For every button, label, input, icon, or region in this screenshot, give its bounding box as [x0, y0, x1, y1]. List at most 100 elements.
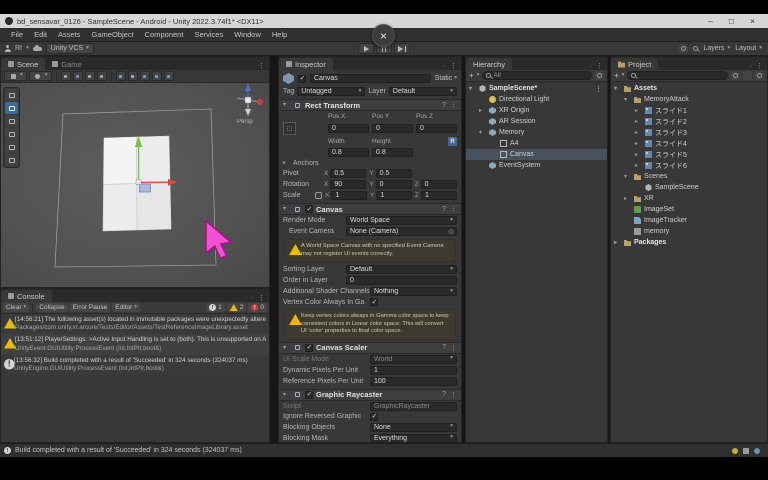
foldout-icon[interactable]	[635, 130, 642, 136]
panel-menu-icon[interactable]: ⋮	[258, 294, 265, 302]
tab-scene[interactable]: Scene	[1, 58, 45, 70]
scale-z-field[interactable]: 1	[421, 191, 457, 200]
gizmo-center-handle[interactable]	[136, 180, 141, 185]
component-enabled-checkbox[interactable]	[305, 391, 313, 399]
status-bar[interactable]: ! Build completed with a result of 'Succ…	[0, 443, 768, 457]
width-field[interactable]: 0.8	[328, 148, 369, 157]
console-message[interactable]: ! [13:56:32] Build completed with a resu…	[1, 355, 269, 375]
gameobject-name-field[interactable]: Canvas	[310, 74, 431, 83]
menu-help[interactable]: Help	[267, 30, 292, 39]
console-message[interactable]: [14:56:21] The following asset(s) locate…	[1, 314, 269, 334]
error-filter-toggle[interactable]: !0	[248, 303, 267, 312]
orientation-gizmo[interactable]	[237, 83, 263, 116]
account-label[interactable]: RI	[15, 45, 22, 52]
close-button[interactable]: ×	[750, 14, 755, 28]
effects-dropdown-icon[interactable]	[97, 71, 107, 81]
pivot-y-field[interactable]: 0.5	[376, 169, 412, 178]
cloud-status-icon[interactable]	[754, 448, 760, 454]
help-icon[interactable]: ?	[442, 206, 446, 213]
audio-toggle-icon[interactable]	[85, 71, 95, 81]
layer-dropdown[interactable]: Default	[389, 87, 457, 96]
foldout-icon[interactable]	[614, 240, 621, 246]
scale-x-field[interactable]: 1	[331, 191, 367, 200]
search-by-label-icon[interactable]	[743, 71, 752, 80]
event-camera-object-field[interactable]: None (Camera)	[346, 227, 457, 236]
hierarchy-item-samplescene[interactable]: SampleScene* ⋮	[466, 83, 607, 94]
snap-toggle-icon[interactable]	[128, 71, 138, 81]
project-item-slide2[interactable]: スライド2	[611, 116, 767, 127]
hierarchy-item-eventsystem[interactable]: EventSystem	[466, 160, 607, 171]
pos-z-field[interactable]: 0	[416, 124, 457, 133]
menu-assets[interactable]: Assets	[53, 30, 86, 39]
foldout-icon[interactable]	[283, 392, 290, 398]
blocking-mask-dropdown[interactable]: Everything	[370, 434, 457, 442]
project-item-imagetracker[interactable]: ImageTracker	[611, 215, 767, 226]
project-item-slide4[interactable]: スライド4	[611, 138, 767, 149]
info-filter-toggle[interactable]: !1	[206, 303, 225, 312]
graphic-raycaster-header[interactable]: Graphic Raycaster ?⋮	[279, 389, 461, 401]
active-checkbox[interactable]	[298, 75, 306, 83]
draw-mode-dropdown[interactable]	[4, 71, 27, 81]
search-by-type-icon[interactable]	[731, 71, 740, 80]
sorting-layer-dropdown[interactable]: Default	[346, 265, 457, 274]
scale-y-field[interactable]: 1	[376, 191, 412, 200]
foldout-icon[interactable]	[479, 130, 486, 136]
project-item-packages[interactable]: Packages	[611, 237, 767, 248]
menu-window[interactable]: Window	[229, 30, 266, 39]
shader-channels-dropdown[interactable]: Nothing	[370, 287, 457, 296]
rotate-tool-button[interactable]	[5, 115, 18, 127]
project-item-scenes[interactable]: Scenes	[611, 171, 767, 182]
hierarchy-item-ar-session[interactable]: AR Session	[466, 116, 607, 127]
unity-vcs-button[interactable]: Unity VCS	[46, 43, 94, 54]
rect-transform-header[interactable]: Rect Transform ?⋮	[279, 99, 461, 111]
warning-filter-toggle[interactable]: 2	[227, 303, 247, 312]
component-menu-icon[interactable]: ⋮	[450, 205, 457, 213]
rotation-z-field[interactable]: 0	[421, 180, 457, 189]
cloud-icon[interactable]	[33, 47, 42, 51]
persp-label[interactable]: Persp	[237, 119, 253, 125]
hierarchy-item-canvas[interactable]: Canvas	[466, 149, 607, 160]
help-icon[interactable]: ?	[442, 344, 446, 351]
panel-lock-icon[interactable]: ·	[590, 63, 592, 70]
panel-menu-icon[interactable]: ⋮	[258, 62, 265, 70]
component-menu-icon[interactable]: ⋮	[450, 344, 457, 352]
foldout-icon[interactable]	[469, 86, 476, 92]
project-item-slide6[interactable]: スライド6	[611, 160, 767, 171]
view-options-dropdown[interactable]	[29, 71, 52, 81]
component-menu-icon[interactable]: ⋮	[450, 391, 457, 399]
raw-edit-toggle[interactable]: R	[448, 137, 457, 146]
lighting-toggle-icon[interactable]	[73, 71, 83, 81]
foldout-icon[interactable]	[479, 108, 486, 114]
panel-menu-icon[interactable]: ⋮	[596, 62, 603, 70]
anchors-label[interactable]: Anchors	[293, 160, 319, 167]
scene-visibility-icon[interactable]	[152, 71, 162, 81]
gizmo-x-arrowhead[interactable]	[168, 179, 177, 186]
lock-icon[interactable]: ·	[444, 63, 446, 70]
create-button[interactable]: +	[614, 72, 619, 80]
tab-hierarchy[interactable]: Hierarchy	[466, 58, 512, 70]
grid-visibility-icon[interactable]	[116, 71, 126, 81]
hierarchy-item-a4[interactable]: A4	[466, 138, 607, 149]
foldout-icon[interactable]	[635, 108, 642, 114]
hierarchy-item-directional-light[interactable]: Directional Light	[466, 94, 607, 105]
pivot-x-field[interactable]: 0.5	[330, 169, 366, 178]
collapse-button[interactable]: Collapse	[36, 303, 67, 312]
clear-button[interactable]: Clear	[3, 303, 29, 312]
constrain-proportions-icon[interactable]	[315, 192, 322, 199]
help-icon[interactable]: ?	[442, 102, 446, 109]
project-item-memoryattack[interactable]: MemoryAttack	[611, 94, 767, 105]
foldout-icon[interactable]	[635, 141, 642, 147]
grid-icon[interactable]	[743, 448, 749, 454]
menu-services[interactable]: Services	[189, 30, 228, 39]
render-mode-dropdown[interactable]: World Space	[346, 216, 457, 225]
step-button[interactable]	[394, 43, 410, 54]
component-menu-icon[interactable]: ⋮	[450, 101, 457, 109]
tab-project[interactable]: Project	[611, 58, 658, 70]
reference-ppu-field[interactable]: 100	[370, 377, 457, 386]
hidden-packages-icon[interactable]	[755, 71, 764, 80]
dynamic-ppu-field[interactable]: 1	[370, 366, 457, 375]
vertex-color-checkbox[interactable]	[370, 298, 378, 306]
foldout-icon[interactable]	[624, 174, 631, 180]
project-item-assets[interactable]: Assets	[611, 83, 767, 94]
project-item-imageset[interactable]: ImageSet	[611, 204, 767, 215]
